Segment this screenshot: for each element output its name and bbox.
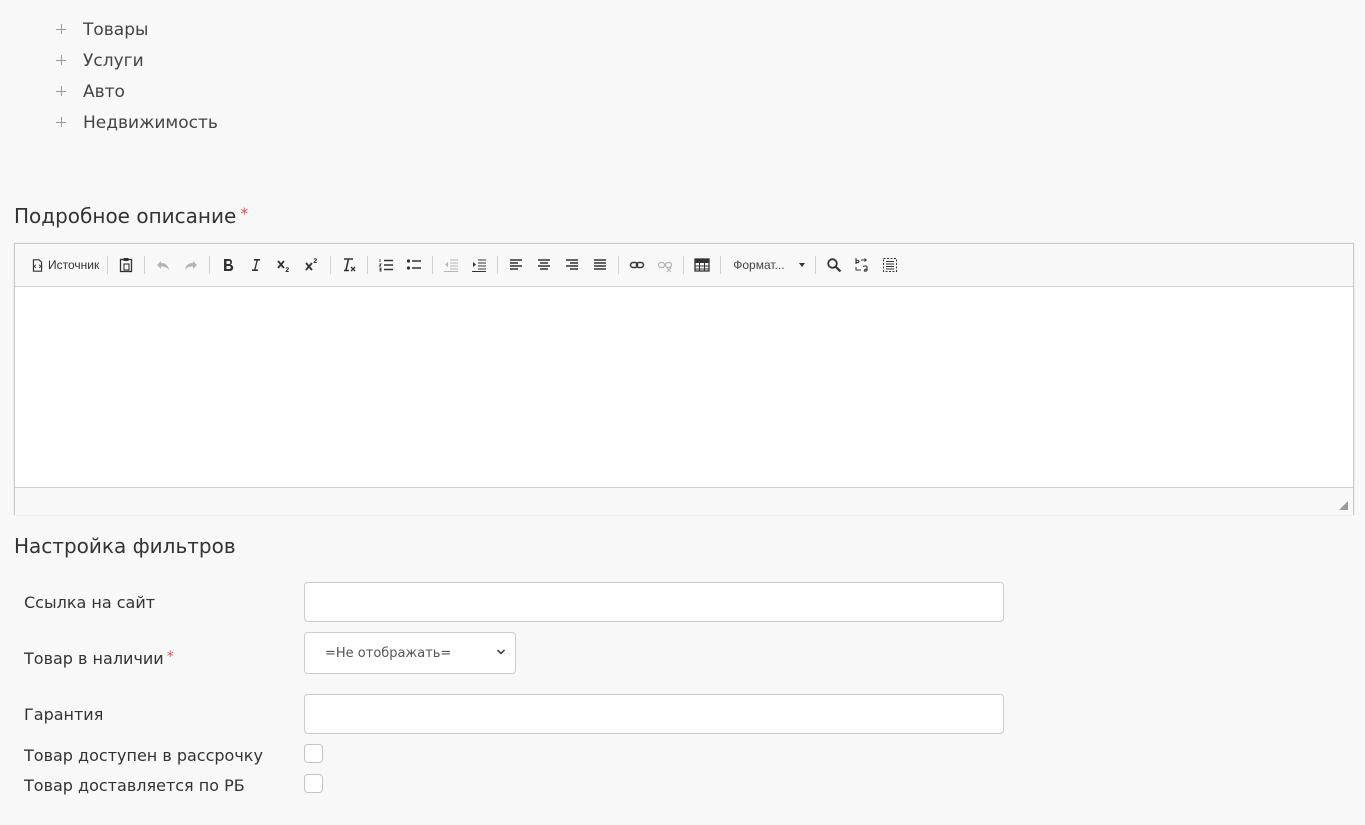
in-stock-select[interactable]: =Не отображать= [304, 632, 516, 674]
align-left-button[interactable] [504, 253, 528, 277]
italic-icon [252, 259, 261, 271]
format-dropdown-label: Формат... [733, 258, 785, 272]
filters-title-text: Настройка фильтров [14, 534, 236, 558]
delivery-label: Товар доставляется по РБ [24, 776, 245, 795]
chevron-down-icon [496, 649, 506, 655]
indent-icon [472, 259, 487, 272]
superscript-button[interactable] [300, 253, 324, 277]
plus-icon[interactable] [52, 52, 70, 70]
tree-item-label: Недвижимость [83, 112, 218, 133]
subscript-icon [277, 260, 290, 272]
tree-item-auto[interactable]: Авто [52, 76, 218, 107]
toolbar-separator [683, 256, 685, 274]
numbered-list-icon [378, 259, 394, 272]
numbered-list-button[interactable] [374, 253, 398, 277]
editor-content-area[interactable] [15, 287, 1353, 487]
site-link-input[interactable] [304, 582, 1004, 622]
link-button[interactable] [625, 253, 649, 277]
table-icon [694, 258, 710, 272]
toolbar-separator [432, 256, 434, 274]
caret-down-icon [799, 263, 806, 267]
remove-format-button[interactable] [337, 253, 361, 277]
replace-button[interactable] [850, 253, 874, 277]
align-right-button[interactable] [560, 253, 584, 277]
resize-grip-icon[interactable] [1339, 501, 1348, 510]
description-title: Подробное описание * [14, 204, 248, 228]
in-stock-label: Товар в наличии * [24, 649, 174, 668]
warranty-input[interactable] [304, 694, 1004, 734]
installment-checkbox[interactable] [304, 744, 323, 763]
plus-icon[interactable] [52, 83, 70, 101]
find-button[interactable] [822, 253, 846, 277]
undo-icon [157, 261, 170, 270]
align-left-icon [510, 259, 523, 270]
editor-statusbar [15, 487, 1353, 515]
replace-icon [855, 258, 868, 272]
paste-icon [120, 258, 133, 273]
unlink-icon [658, 261, 673, 273]
align-right-icon [566, 259, 579, 270]
toolbar-separator [618, 256, 620, 274]
delivery-checkbox[interactable] [304, 774, 323, 793]
select-all-icon [883, 258, 898, 272]
tree-item-realty[interactable]: Недвижимость [52, 107, 218, 138]
installment-label: Товар доступен в рассрочку [24, 746, 263, 765]
toolbar-separator [367, 256, 369, 274]
paste-button[interactable] [114, 253, 138, 277]
bold-icon [224, 259, 234, 272]
tree-item-label: Услуги [83, 50, 144, 71]
tree-item-label: Авто [83, 81, 125, 102]
required-mark: * [166, 649, 174, 665]
search-icon [827, 258, 842, 273]
category-tree: Товары Услуги Авто Недвижимость [52, 14, 218, 138]
source-button-label: Источник [48, 258, 100, 272]
align-justify-icon [594, 259, 607, 270]
description-title-text: Подробное описание [14, 204, 237, 228]
outdent-icon [444, 259, 459, 272]
bulleted-list-button[interactable] [402, 253, 426, 277]
indent-button[interactable] [467, 253, 491, 277]
required-mark: * [240, 204, 249, 223]
undo-button[interactable] [151, 253, 175, 277]
tree-item-label: Товары [83, 19, 149, 40]
subscript-button[interactable] [272, 253, 296, 277]
toolbar-separator [815, 256, 817, 274]
superscript-icon [305, 258, 318, 271]
italic-button[interactable] [244, 253, 268, 277]
align-center-button[interactable] [532, 253, 556, 277]
unlink-button[interactable] [653, 253, 677, 277]
align-center-icon [538, 259, 551, 270]
table-button[interactable] [690, 253, 714, 277]
tree-item-services[interactable]: Услуги [52, 45, 218, 76]
redo-icon [185, 261, 198, 270]
site-link-label: Ссылка на сайт [24, 593, 156, 612]
in-stock-selected-value: =Не отображать= [325, 645, 452, 661]
source-button[interactable]: Источник [27, 253, 103, 277]
plus-icon[interactable] [52, 114, 70, 132]
outdent-button[interactable] [439, 253, 463, 277]
tree-item-goods[interactable]: Товары [52, 14, 218, 45]
remove-format-icon [344, 258, 356, 272]
editor-toolbar: Источник Формат... [15, 244, 1353, 287]
bulleted-list-icon [407, 259, 422, 270]
link-icon [629, 261, 645, 269]
bold-button[interactable] [216, 253, 240, 277]
toolbar-separator [497, 256, 499, 274]
source-icon [32, 258, 43, 272]
format-dropdown[interactable]: Формат... [725, 253, 811, 277]
toolbar-separator [144, 256, 146, 274]
align-justify-button[interactable] [588, 253, 612, 277]
in-stock-label-text: Товар в наличии [24, 649, 164, 668]
select-all-button[interactable] [878, 253, 902, 277]
warranty-label: Гарантия [24, 705, 104, 724]
toolbar-separator [107, 256, 109, 274]
redo-button[interactable] [179, 253, 203, 277]
toolbar-separator [720, 256, 722, 274]
rich-text-editor: Источник Формат... [14, 243, 1354, 515]
toolbar-separator [330, 256, 332, 274]
filters-title: Настройка фильтров [14, 534, 236, 558]
toolbar-separator [209, 256, 211, 274]
plus-icon[interactable] [52, 21, 70, 39]
